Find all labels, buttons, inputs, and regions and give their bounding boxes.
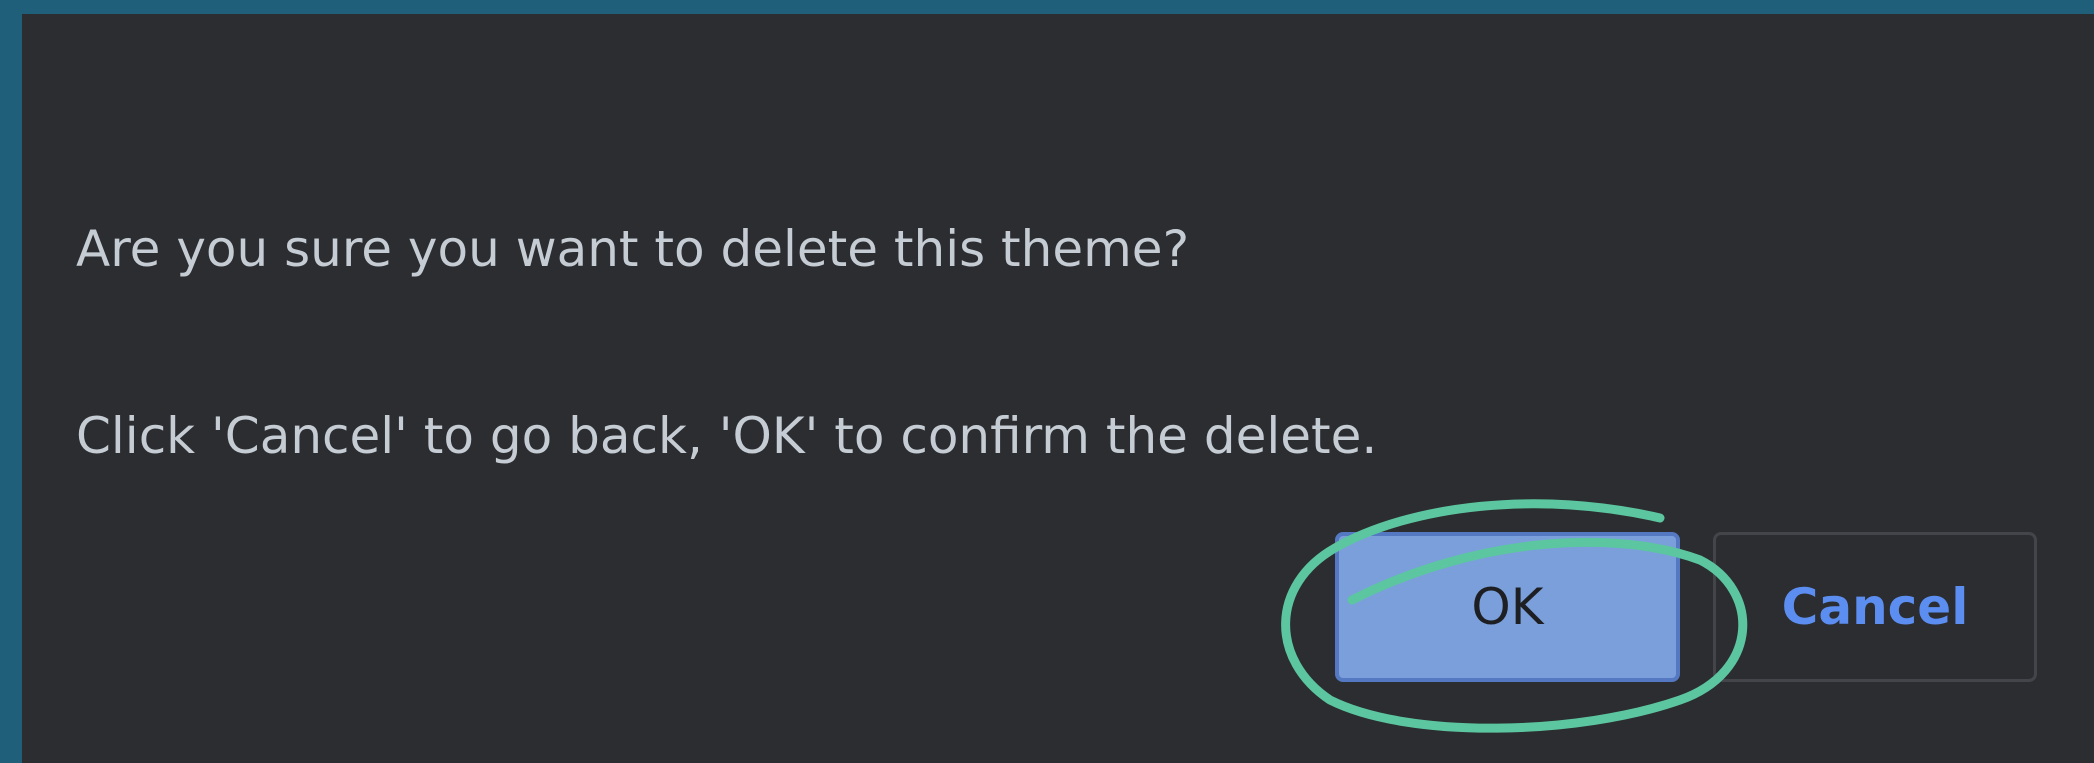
ok-button[interactable]: OK bbox=[1335, 532, 1680, 682]
cancel-button[interactable]: Cancel bbox=[1713, 532, 2037, 682]
dialog-instructions: Click 'Cancel' to go back, 'OK' to confi… bbox=[76, 407, 1378, 465]
dialog-question: Are you sure you want to delete this the… bbox=[76, 220, 1190, 278]
